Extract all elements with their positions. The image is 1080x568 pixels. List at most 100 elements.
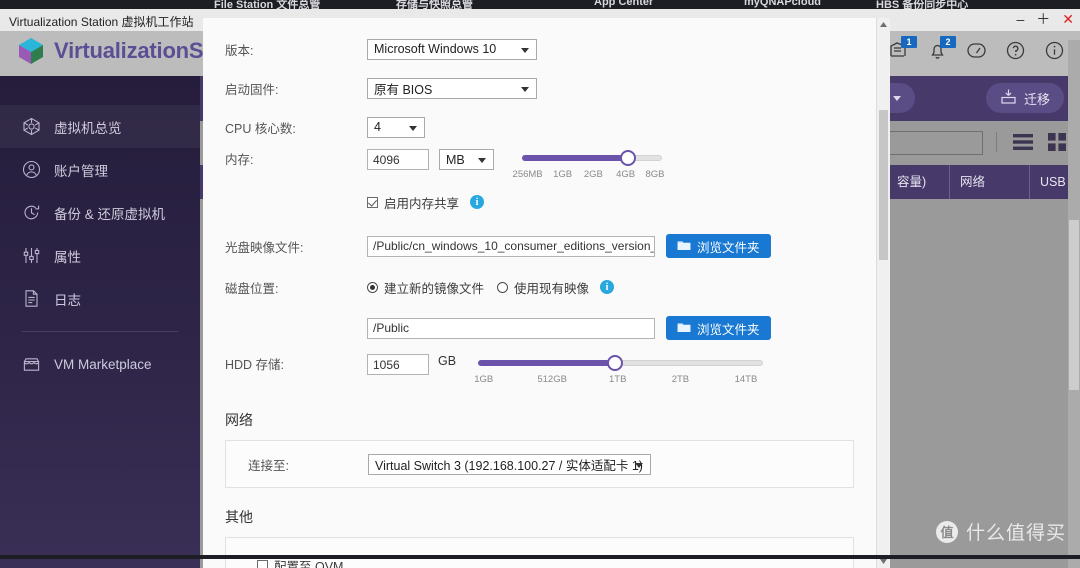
sidebar-item-label: 日志 [54, 292, 81, 308]
memory-unit-select[interactable]: MB [439, 149, 494, 170]
disk-browse-label: 浏览文件夹 [697, 322, 760, 337]
memory-share-info-icon[interactable]: i [470, 195, 485, 209]
firmware-select[interactable]: 原有 BIOS [367, 77, 537, 99]
page-scrollbar[interactable] [1068, 40, 1080, 568]
dashboard-gauge-icon[interactable] [966, 40, 988, 64]
memory-share-label: 启用内存共享 [384, 196, 460, 211]
disk-browse-button[interactable]: 浏览文件夹 [666, 316, 771, 340]
sidebar-item-account-management[interactable]: 账户管理 [0, 148, 200, 191]
disk-new-radio[interactable] [367, 281, 378, 293]
folder-icon [677, 321, 691, 336]
close-button[interactable]: ✕ [1062, 11, 1074, 27]
scroll-up-icon[interactable] [877, 18, 890, 31]
slider-tick: 8GB [645, 169, 665, 180]
user-account-icon [22, 160, 41, 179]
qts-menu-item[interactable]: 存储与快照总管 [396, 0, 473, 9]
sidebar: 虚拟机总览 账户管理 备份 & 还原虚拟机 属性 日志 VM Marketpla… [0, 76, 200, 568]
memory-input[interactable]: 4096 [367, 149, 429, 170]
list-view-icon[interactable] [1013, 133, 1033, 156]
memory-share-checkbox[interactable] [367, 196, 378, 208]
disk-new-label: 建立新的镜像文件 [384, 281, 485, 296]
info-icon[interactable] [1044, 40, 1066, 64]
sidebar-item-vm-overview[interactable]: 虚拟机总览 [0, 105, 200, 148]
hdd-value: 1056 [373, 357, 400, 372]
other-panel: 配置至 QVM 仅限 Virtualization Station 用户访问虚拟… [225, 537, 854, 568]
chevron-down-icon [635, 462, 643, 468]
sidebar-item-logs[interactable]: 日志 [0, 277, 200, 320]
task-list-icon[interactable]: 1 [888, 36, 917, 64]
slider-tick: 512GB [537, 374, 567, 385]
notification-bell-icon[interactable]: 2 [927, 36, 956, 64]
sidebar-item-label: 属性 [54, 249, 81, 265]
network-panel: 连接至: Virtual Switch 3 (192.168.100.27 / … [225, 440, 854, 488]
slider-tick: 14TB [734, 374, 758, 385]
disk-location-info-icon[interactable]: i [600, 280, 615, 294]
migrate-vm-label: 迁移 [1023, 91, 1050, 107]
disk-existing-label: 使用现有映像 [514, 281, 590, 296]
migrate-vm-button[interactable]: 迁移 [985, 83, 1064, 113]
version-select[interactable]: Microsoft Windows 10 [367, 38, 537, 60]
sidebar-item-properties[interactable]: 属性 [0, 234, 200, 277]
table-header-network[interactable]: 网络 [950, 165, 1030, 199]
chevron-down-icon[interactable] [893, 95, 901, 101]
qts-menu-item[interactable]: App Center [594, 0, 653, 8]
network-value: Virtual Switch 3 (192.168.100.27 / 实体适配卡… [375, 458, 643, 473]
page-scrollbar-thumb[interactable] [1069, 220, 1079, 390]
slider-handle[interactable] [620, 150, 637, 166]
iso-path-input[interactable]: /Public/cn_windows_10_consumer_editions_… [367, 235, 655, 257]
chevron-down-icon [409, 125, 417, 131]
app-title: VirtualizationS [54, 38, 204, 63]
cpu-core-select[interactable]: 4 [367, 116, 425, 138]
hdd-input[interactable]: 1056 [367, 354, 429, 375]
qts-menu-item[interactable]: File Station 文件总管 [214, 0, 320, 9]
deploy-to-qvm-checkbox[interactable] [257, 560, 268, 568]
iso-label: 光盘映像文件: [225, 240, 304, 255]
dialog-scrollbar-thumb[interactable] [879, 110, 888, 260]
disk-existing-radio[interactable] [497, 281, 509, 293]
qts-menu-item[interactable]: myQNAPcloud [744, 0, 821, 8]
maximize-button[interactable]: ＋ [1036, 11, 1050, 27]
hdd-slider-group: 1GB 512GB 1TB 2TB 14TB [474, 354, 764, 388]
memory-unit-value: MB [446, 152, 465, 167]
toolbar-divider [996, 132, 997, 152]
field-row-iso: 光盘映像文件: /Public/cn_windows_10_consumer_e… [203, 229, 890, 263]
iso-browse-label: 浏览文件夹 [697, 240, 760, 255]
table-header-capacity[interactable]: 容量) [887, 165, 950, 199]
field-row-version: 版本: Microsoft Windows 10 [203, 32, 890, 66]
slider-tick: 1TB [608, 374, 627, 385]
qts-desktop: File Station 文件总管 存储与快照总管 App Center myQ… [0, 0, 1080, 568]
memory-slider-group: 256MB 1GB 2GB 4GB 8GB [513, 149, 665, 183]
network-section-title: 网络 [225, 412, 253, 428]
log-document-icon [22, 289, 41, 308]
memory-slider[interactable] [522, 150, 662, 166]
minimize-button[interactable]: – [1016, 11, 1024, 27]
folder-icon [677, 239, 691, 254]
settings-sliders-icon [22, 246, 41, 265]
qts-menu-item[interactable]: HBS 备份同步中心 [876, 0, 968, 9]
sidebar-item-vm-marketplace[interactable]: VM Marketplace [0, 343, 200, 386]
other-section-title: 其他 [225, 509, 253, 525]
cpu-label: CPU 核心数: [225, 121, 296, 136]
network-select[interactable]: Virtual Switch 3 (192.168.100.27 / 实体适配卡… [368, 453, 651, 475]
window-title: Virtualization Station 虚拟机工作站 [9, 15, 194, 29]
qts-menubar: File Station 文件总管 存储与快照总管 App Center myQ… [0, 0, 1080, 9]
field-row-memory: 内存: 4096 MB 256MB 1GB 2GB 4GB 8GB [203, 149, 890, 183]
disk-location-label: 磁盘位置: [225, 281, 279, 296]
disk-path-input[interactable]: /Public [367, 317, 655, 339]
grid-view-icon[interactable] [1048, 133, 1066, 156]
help-icon[interactable] [1005, 40, 1027, 64]
slider-handle[interactable] [606, 355, 623, 371]
hdd-slider[interactable] [478, 355, 764, 371]
field-row-cpu: CPU 核心数: 4 [203, 110, 890, 144]
migrate-icon [1000, 88, 1017, 108]
network-connect-label: 连接至: [248, 458, 289, 473]
sidebar-item-backup-restore[interactable]: 备份 & 还原虚拟机 [0, 191, 200, 234]
version-label: 版本: [225, 43, 254, 58]
memory-slider-ticks: 256MB 1GB 2GB 4GB 8GB [513, 169, 665, 183]
field-row-disk-location: 磁盘位置: 建立新的镜像文件 使用现有映像 i [203, 270, 890, 304]
qts-taskbar [0, 555, 1080, 559]
dialog-scrollbar[interactable] [876, 18, 890, 568]
iso-browse-button[interactable]: 浏览文件夹 [666, 234, 771, 258]
storefront-icon [22, 355, 41, 374]
field-row-disk-path: /Public 浏览文件夹 [203, 311, 890, 345]
